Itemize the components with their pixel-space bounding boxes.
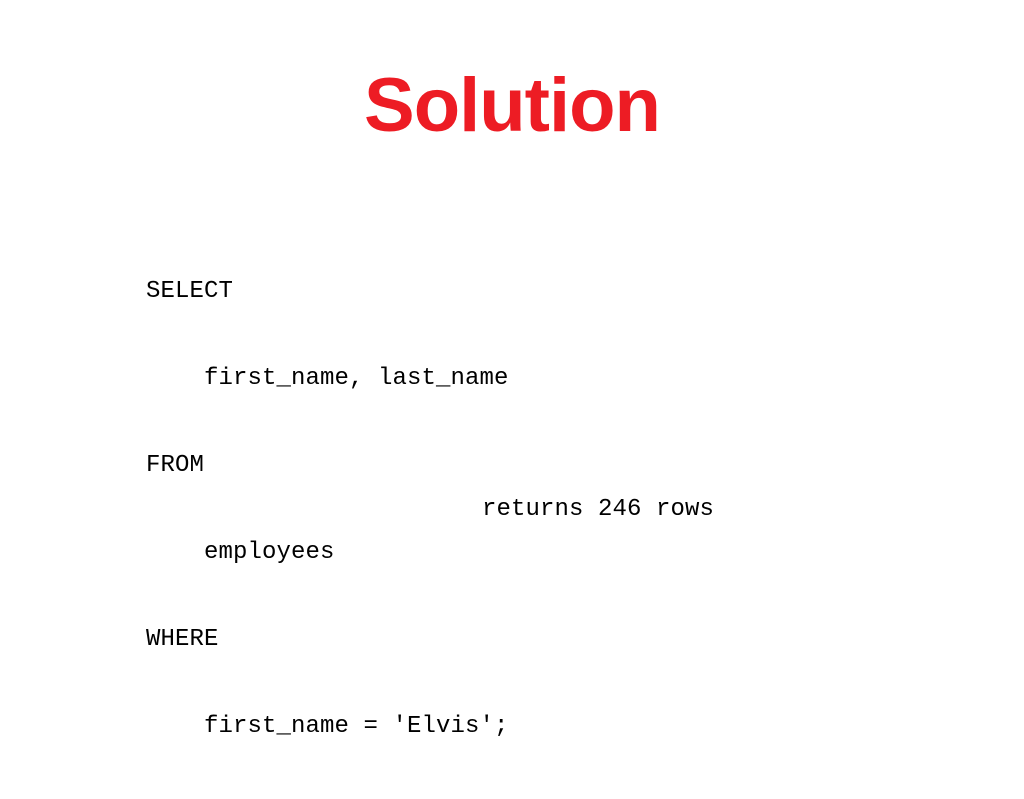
code-line: WHERE <box>146 626 219 653</box>
page-title: Solution <box>364 63 661 148</box>
slide-canvas: Solution SELECT first_name, last_name FR… <box>0 0 1024 768</box>
code-line: employees <box>146 539 335 566</box>
code-line: FROM <box>146 452 205 479</box>
code-line: first_name = 'Elvis'; <box>146 713 509 740</box>
code-line: first_name, last_name <box>146 365 509 392</box>
code-line: SELECT <box>146 278 234 305</box>
result-row-count-note: returns 246 rows <box>482 496 715 523</box>
